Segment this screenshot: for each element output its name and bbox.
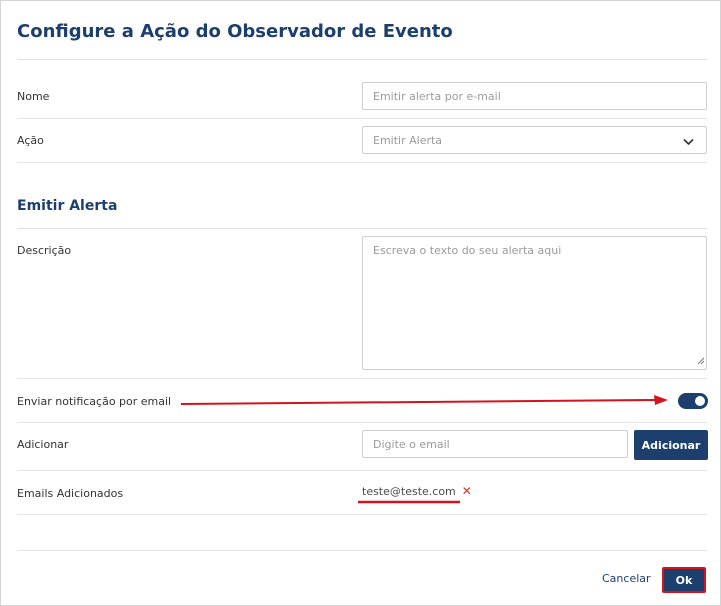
divider <box>17 378 707 379</box>
section-title: Emitir Alerta <box>17 198 118 214</box>
divider <box>17 422 707 423</box>
divider <box>17 514 707 515</box>
descricao-placeholder: Escreva o texto do seu alerta aqui <box>373 244 562 257</box>
acao-label: Ação <box>17 134 44 147</box>
nome-label: Nome <box>17 90 50 103</box>
divider <box>17 470 707 471</box>
divider <box>17 228 707 229</box>
cancel-button[interactable]: Cancelar <box>602 572 651 585</box>
adicionar-label: Adicionar <box>17 438 69 451</box>
resize-grip-icon[interactable] <box>697 355 705 368</box>
email-input-placeholder: Digite o email <box>373 437 450 451</box>
emails-label: Emails Adicionados <box>17 487 124 500</box>
toggle-knob <box>695 396 705 406</box>
chevron-down-icon <box>683 136 694 149</box>
ok-button-label: Ok <box>675 573 693 587</box>
divider <box>17 59 707 60</box>
ok-button[interactable]: Ok <box>662 567 706 593</box>
notify-toggle[interactable] <box>678 393 708 409</box>
close-icon[interactable]: ✕ <box>462 484 472 498</box>
notify-label: Enviar notificação por email <box>17 395 172 408</box>
footer-divider <box>17 550 707 551</box>
nome-input[interactable]: Emitir alerta por e-mail <box>362 82 707 110</box>
acao-select[interactable]: Emitir Alerta <box>362 126 707 154</box>
add-email-button[interactable]: Adicionar <box>634 430 708 460</box>
email-input[interactable]: Digite o email <box>362 430 628 458</box>
dialog-title: Configure a Ação do Observador de Evento <box>17 21 453 42</box>
email-chip: teste@teste.com ✕ <box>362 484 472 498</box>
email-chip-text: teste@teste.com <box>362 484 456 498</box>
event-watcher-action-dialog: Configure a Ação do Observador de Evento… <box>0 0 721 606</box>
divider <box>17 162 707 163</box>
descricao-label: Descrição <box>17 244 72 257</box>
descricao-textarea[interactable]: Escreva o texto do seu alerta aqui <box>362 236 707 370</box>
divider <box>17 118 707 119</box>
nome-input-placeholder: Emitir alerta por e-mail <box>373 89 501 103</box>
acao-select-value: Emitir Alerta <box>373 133 443 147</box>
